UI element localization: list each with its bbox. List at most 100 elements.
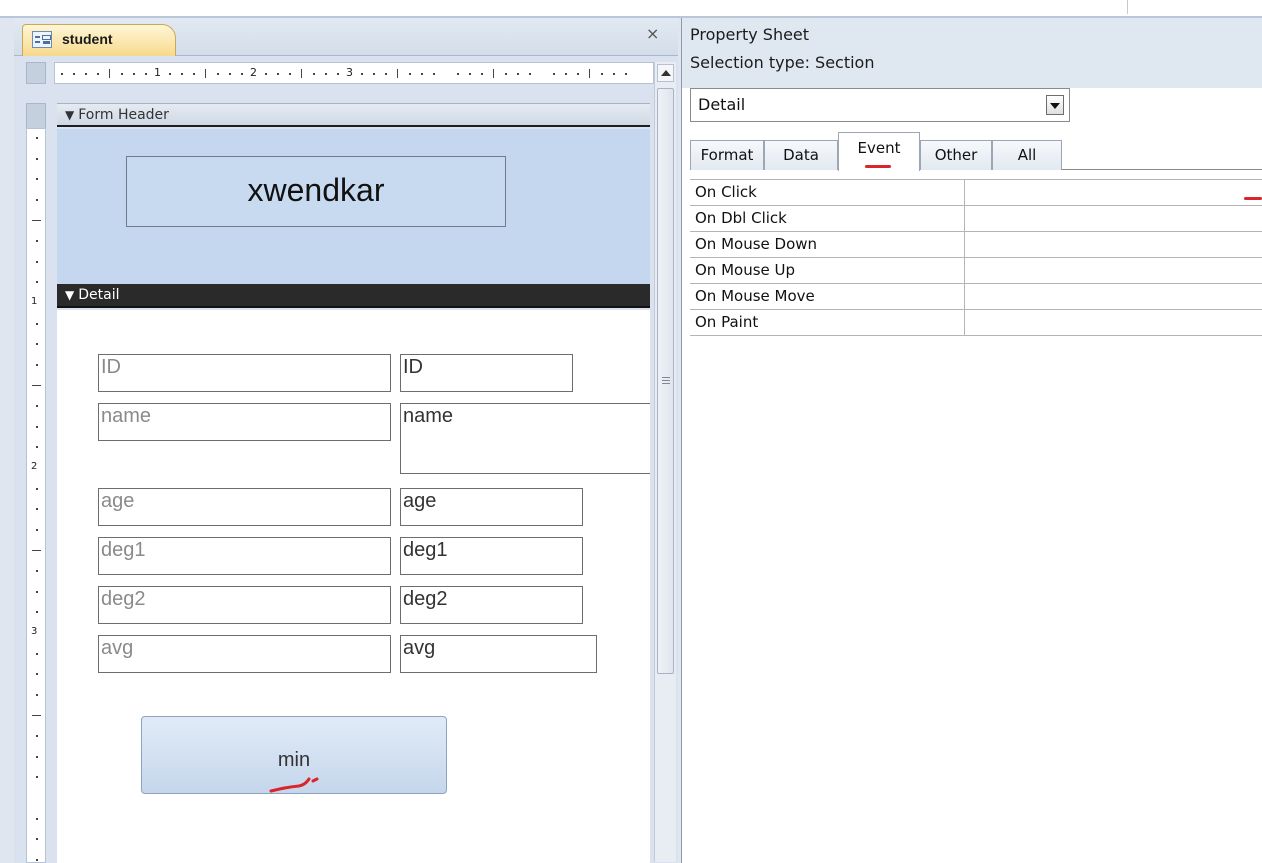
horizontal-ruler[interactable]: 1 2 3 [54,62,654,84]
ruler-dot [325,73,327,75]
detail-section-bar[interactable]: ▼ Detail [57,284,650,308]
scrollbar-thumb[interactable] [657,88,674,674]
ruler-dot [625,73,627,75]
field-control-id[interactable]: ID [400,354,573,392]
form-header-section-bar[interactable]: ▼ Form Header [57,103,650,127]
property-sheet-pane: Property Sheet Selection type: Section D… [681,18,1262,863]
ruler-dot [181,73,183,75]
ruler-tick [32,549,41,551]
ruler-dot [36,776,38,779]
field-label-deg1[interactable]: deg1 [98,537,391,575]
ruler-dot [217,73,219,75]
property-value[interactable] [964,206,1262,231]
selection-dropdown[interactable]: Detail [690,88,1070,122]
ruler-tick [32,714,41,716]
ruler-dot [36,508,38,511]
ruler-number: 1 [154,66,161,79]
property-row[interactable]: On Click [690,180,1262,206]
ruler-dot [36,487,38,490]
vertical-scrollbar[interactable] [654,62,676,862]
ruler-tick [32,219,41,221]
property-sheet-header: Property Sheet Selection type: Section [682,18,1262,88]
access-window: student × 123 123 ▼ Form Header xwendkar … [0,0,1262,863]
ruler-dot [36,755,38,758]
tab-other[interactable]: Other [920,140,992,170]
ruler-dot [229,73,231,75]
property-value[interactable] [964,284,1262,309]
ruler-dot [36,363,38,366]
property-name: On Mouse Move [695,287,815,305]
ruler-dot [529,73,531,75]
field-control-deg1[interactable]: deg1 [400,537,583,575]
ruler-dot [36,178,38,181]
close-icon[interactable]: × [646,24,659,43]
ruler-dot [73,73,75,75]
chevron-down-icon[interactable] [1046,95,1064,115]
tab-event[interactable]: Event [838,132,920,171]
property-value[interactable] [964,180,1262,205]
detail-area[interactable]: ID ID name name age age deg1 deg1 deg2 d… [57,310,650,863]
property-row[interactable]: On Mouse Up [690,258,1262,284]
property-value[interactable] [964,232,1262,257]
field-label-avg[interactable]: avg [98,635,391,673]
property-row[interactable]: On Dbl Click [690,206,1262,232]
vertical-ruler[interactable]: 1 2 3 [26,128,46,863]
ruler-dot [241,73,243,75]
ruler-number: 3 [346,66,353,79]
property-row[interactable]: On Mouse Down [690,232,1262,258]
form-selector[interactable] [26,62,46,84]
property-value[interactable] [964,258,1262,283]
field-label-name[interactable]: name [98,403,391,441]
annotation-mark-onclick [1244,197,1262,200]
annotation-underline-min [269,777,319,793]
ruler-dot [36,652,38,655]
ruler-dot [36,137,38,139]
tab-data[interactable]: Data [764,140,838,170]
field-label-deg2[interactable]: deg2 [98,586,391,624]
header-section-selector[interactable] [26,103,46,129]
field-label-id[interactable]: ID [98,354,391,392]
ruler-dot [469,73,471,75]
ruler-dot [36,817,38,820]
property-row[interactable]: On Mouse Move [690,284,1262,310]
ruler-dot [421,73,423,75]
grip-icon [662,377,670,378]
ruler-dot [36,858,38,861]
arrow-up-icon[interactable] [657,64,674,82]
ruler-dot [409,73,411,75]
document-tab-student[interactable]: student [22,24,176,56]
ruler-dot [36,198,38,201]
property-value[interactable] [964,310,1262,335]
ruler-dot [36,240,38,243]
ruler-dot [433,73,435,75]
property-name: On Click [695,183,757,201]
ruler-dot [36,343,38,346]
ruler-dot [36,735,38,738]
ruler-dot [36,673,38,676]
ruler-tick [589,69,590,78]
form-header-area[interactable]: xwendkar [57,129,650,284]
top-divider [1127,0,1128,14]
top-strip [0,0,1262,18]
field-control-avg[interactable]: avg [400,635,597,673]
property-name: On Mouse Up [695,261,796,279]
ruler-dot [577,73,579,75]
tab-format[interactable]: Format [690,140,764,170]
tab-all[interactable]: All [992,140,1062,170]
ruler-dot [481,73,483,75]
field-control-age[interactable]: age [400,488,583,526]
ruler-dot [313,73,315,75]
field-control-deg2[interactable]: deg2 [400,586,583,624]
ruler-number: 2 [250,66,257,79]
ruler-dot [553,73,555,75]
field-label-age[interactable]: age [98,488,391,526]
ruler-dot [505,73,507,75]
ruler-dot [36,693,38,696]
ruler-tick [109,69,110,78]
ruler-dot [36,260,38,263]
field-control-name[interactable]: name [400,403,650,474]
form-title-label[interactable]: xwendkar [126,156,506,227]
property-row[interactable]: On Paint [690,310,1262,336]
ruler-dot [85,73,87,75]
property-sheet-title: Property Sheet [690,25,810,44]
